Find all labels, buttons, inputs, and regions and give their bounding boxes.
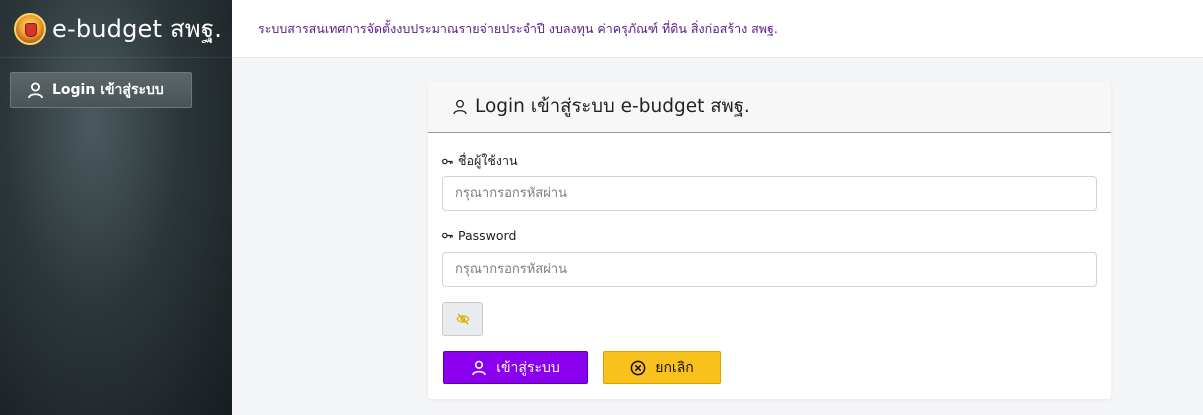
login-button[interactable]: เข้าสู่ระบบ — [443, 351, 588, 384]
sidebar: e-budget สพฐ. Login เข้าสู่ระบบ — [0, 0, 232, 415]
sidebar-item-label: Login เข้าสู่ระบบ — [52, 82, 164, 98]
password-input[interactable] — [442, 252, 1097, 287]
user-icon — [452, 99, 468, 115]
username-input[interactable] — [442, 176, 1097, 211]
key-icon — [442, 232, 453, 239]
login-card-header: Login เข้าสู่ระบบ e-budget สพฐ. — [428, 81, 1111, 133]
user-icon — [27, 82, 44, 99]
cancel-button[interactable]: ยกเลิก — [603, 351, 721, 384]
username-label: ชื่อผู้ใช้งาน — [442, 151, 518, 171]
key-icon — [442, 158, 453, 165]
login-button-label: เข้าสู่ระบบ — [496, 359, 560, 376]
sidebar-item-login[interactable]: Login เข้าสู่ระบบ — [10, 72, 192, 108]
brand[interactable]: e-budget สพฐ. — [0, 0, 232, 58]
password-label-text: Password — [458, 228, 517, 243]
eye-slash-icon — [455, 313, 470, 325]
login-card-title: Login เข้าสู่ระบบ e-budget สพฐ. — [475, 96, 750, 117]
brand-title: e-budget สพฐ. — [52, 15, 223, 43]
topbar: ระบบสารสนเทศการจัดตั้งงบประมาณรายจ่ายประ… — [232, 0, 1203, 58]
cancel-button-label: ยกเลิก — [655, 359, 694, 376]
obec-emblem-icon — [14, 12, 46, 45]
username-label-text: ชื่อผู้ใช้งาน — [458, 153, 518, 168]
login-card: Login เข้าสู่ระบบ e-budget สพฐ. ชื่อผู้ใ… — [428, 81, 1111, 399]
password-label: Password — [442, 228, 516, 243]
system-title: ระบบสารสนเทศการจัดตั้งงบประมาณรายจ่ายประ… — [258, 20, 778, 36]
user-icon — [471, 360, 487, 376]
toggle-password-visibility-button[interactable] — [442, 302, 483, 336]
close-circle-icon — [630, 360, 646, 376]
